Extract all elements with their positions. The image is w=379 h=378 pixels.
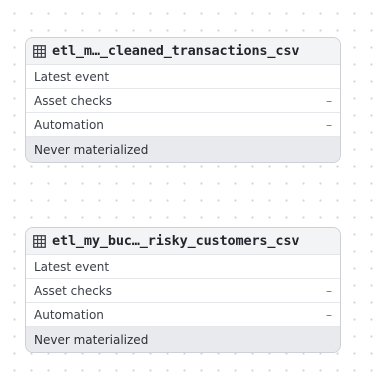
automation-row: Automation – xyxy=(26,303,340,327)
latest-event-row: Latest event xyxy=(26,65,340,89)
latest-event-row: Latest event xyxy=(26,255,340,279)
row-label: Automation xyxy=(34,117,104,132)
asset-title[interactable]: etl_m…_cleaned_transactions_csv xyxy=(52,43,299,59)
row-value: – xyxy=(326,117,332,132)
materialization-status: Never materialized xyxy=(26,327,340,352)
asset-node-risky-customers[interactable]: etl_my_buc…_risky_customers_csv Latest e… xyxy=(25,227,341,353)
row-value: – xyxy=(326,283,332,298)
row-value: – xyxy=(326,307,332,322)
table-icon xyxy=(33,234,46,248)
asset-title[interactable]: etl_my_buc…_risky_customers_csv xyxy=(52,233,299,249)
row-label: Asset checks xyxy=(34,283,112,298)
automation-row: Automation – xyxy=(26,113,340,137)
asset-node-header[interactable]: etl_m…_cleaned_transactions_csv xyxy=(26,38,340,65)
row-label: Automation xyxy=(34,307,104,322)
row-label: Latest event xyxy=(34,69,110,84)
status-text: Never materialized xyxy=(34,142,149,157)
row-label: Latest event xyxy=(34,259,110,274)
asset-checks-row: Asset checks – xyxy=(26,279,340,303)
row-label: Asset checks xyxy=(34,93,112,108)
table-icon xyxy=(33,44,46,58)
asset-node-cleaned-transactions[interactable]: etl_m…_cleaned_transactions_csv Latest e… xyxy=(25,37,341,163)
materialization-status: Never materialized xyxy=(26,137,340,162)
row-value: – xyxy=(326,93,332,108)
asset-node-header[interactable]: etl_my_buc…_risky_customers_csv xyxy=(26,228,340,255)
asset-checks-row: Asset checks – xyxy=(26,89,340,113)
status-text: Never materialized xyxy=(34,332,149,347)
